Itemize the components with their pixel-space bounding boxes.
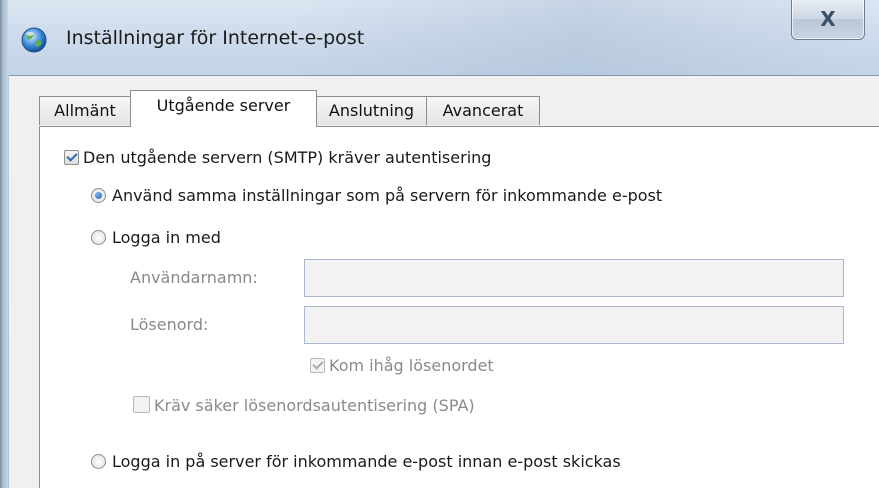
login-incoming-first-label[interactable]: Logga in på server för inkommande e-post… [112, 452, 621, 471]
login-incoming-first-radio[interactable] [91, 454, 106, 469]
username-field[interactable] [304, 259, 844, 297]
tab-utgaende-server[interactable]: Utgående server [130, 90, 317, 127]
password-label: Lösenord: [130, 315, 209, 334]
spa-option[interactable]: Kräv säker lösenordsautentisering (SPA) [133, 396, 475, 415]
window-title: Inställningar för Internet-e-post [66, 27, 365, 49]
login-with-radio[interactable] [91, 230, 106, 245]
same-settings-label[interactable]: Använd samma inställningar som på server… [112, 186, 662, 205]
dialog-client-area: Allmänt Utgående server Anslutning Avanc… [9, 75, 879, 488]
spa-label[interactable]: Kräv säker lösenordsautentisering (SPA) [154, 396, 475, 415]
login-with-option[interactable]: Logga in med [91, 228, 221, 247]
remember-password-option[interactable]: Kom ihåg lösenordet [310, 356, 494, 375]
smtp-auth-option[interactable]: Den utgående servern (SMTP) kräver auten… [64, 148, 491, 167]
smtp-auth-checkbox[interactable] [64, 150, 79, 165]
tab-avancerat[interactable]: Avancerat [426, 96, 540, 125]
password-field[interactable] [304, 306, 844, 344]
window-border [0, 0, 8, 488]
smtp-auth-label[interactable]: Den utgående servern (SMTP) kräver auten… [83, 148, 491, 167]
same-settings-radio[interactable] [91, 188, 106, 203]
same-settings-option[interactable]: Använd samma inställningar som på server… [91, 186, 662, 205]
tab-allmant[interactable]: Allmänt [39, 96, 131, 125]
spa-checkbox[interactable] [133, 396, 150, 413]
settings-window: Inställningar för Internet-e-post X Allm… [0, 0, 879, 488]
login-incoming-first-option[interactable]: Logga in på server för inkommande e-post… [91, 452, 621, 471]
username-label: Användarnamn: [130, 268, 258, 287]
title-bar[interactable]: Inställningar för Internet-e-post X [0, 0, 879, 75]
close-icon: X [820, 7, 836, 31]
remember-password-checkbox[interactable] [310, 358, 325, 373]
mail-settings-globe-icon [21, 27, 47, 53]
close-button[interactable]: X [791, 0, 865, 40]
login-with-label[interactable]: Logga in med [112, 228, 221, 247]
tab-anslutning[interactable]: Anslutning [316, 96, 427, 125]
remember-password-label[interactable]: Kom ihåg lösenordet [329, 356, 494, 375]
